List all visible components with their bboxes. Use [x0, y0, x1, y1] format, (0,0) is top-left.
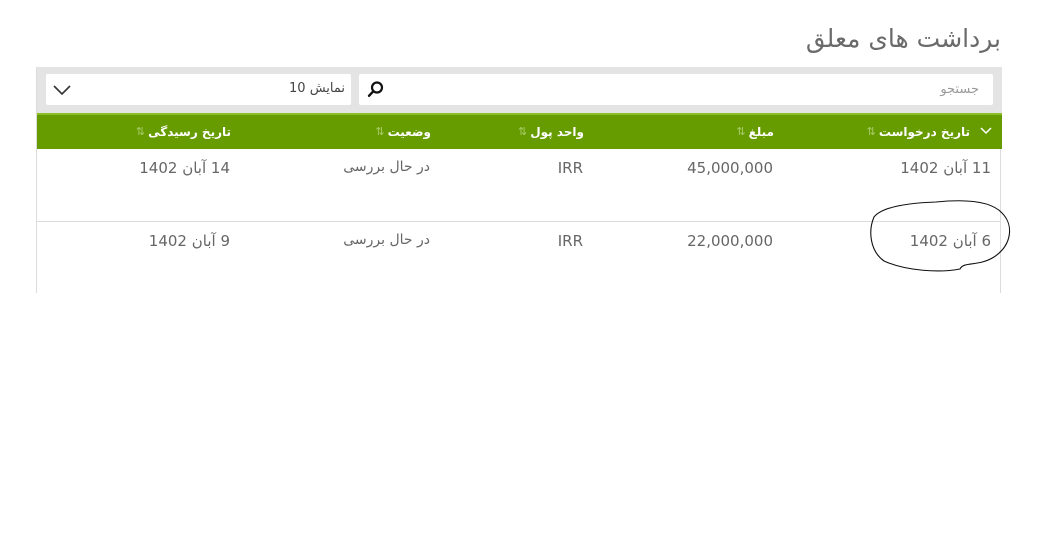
search-icon[interactable] [367, 80, 385, 98]
table-toolbar: نمایش 10 [37, 67, 1002, 113]
request-date-cell: 11 آبان 1402 [900, 159, 991, 177]
column-header-request-date[interactable]: تاریخ درخواست ⇅ [867, 115, 970, 149]
column-header-label: واحد پول [530, 125, 584, 139]
column-header-amount[interactable]: مبلغ ⇅ [736, 115, 774, 149]
search-box[interactable] [359, 74, 993, 105]
column-header-review-date[interactable]: تاریخ رسیدگی ⇅ [136, 115, 231, 149]
chevron-down-icon[interactable] [979, 125, 993, 137]
sort-icon[interactable]: ⇅ [518, 115, 527, 149]
table-row[interactable]: 11 آبان 1402 45,000,000 IRR در حال بررسی… [37, 149, 1000, 221]
table-row[interactable]: 6 آبان 1402 22,000,000 IRR در حال بررسی … [37, 221, 1000, 294]
review-date-cell: 14 آبان 1402 [139, 159, 230, 177]
status-cell: در حال بررسی [343, 232, 430, 248]
table-header: تاریخ درخواست ⇅ مبلغ ⇅ واحد پول ⇅ وضعیت … [37, 113, 1002, 149]
page-size-select[interactable]: نمایش 10 [46, 74, 351, 105]
review-date-cell: 9 آبان 1402 [148, 232, 230, 250]
currency-cell: IRR [557, 159, 583, 177]
column-header-label: تاریخ رسیدگی [148, 125, 231, 139]
request-date-cell: 6 آبان 1402 [909, 232, 991, 250]
sort-icon[interactable]: ⇅ [136, 115, 145, 149]
sort-icon[interactable]: ⇅ [375, 115, 384, 149]
chevron-down-icon[interactable] [52, 81, 72, 99]
column-header-label: وضعیت [387, 125, 431, 139]
column-header-status[interactable]: وضعیت ⇅ [375, 115, 431, 149]
amount-cell: 22,000,000 [687, 232, 773, 250]
pending-withdrawals-panel: نمایش 10 تاریخ درخواست ⇅ مبلغ ⇅ واحد پول… [36, 67, 1002, 294]
status-cell: در حال بررسی [343, 159, 430, 175]
sort-icon[interactable]: ⇅ [867, 115, 876, 149]
search-input[interactable] [393, 74, 979, 105]
column-header-label: تاریخ درخواست [878, 125, 970, 139]
page-title: برداشت های معلق [805, 24, 1001, 53]
page-size-value: نمایش 10 [289, 81, 345, 96]
column-header-currency[interactable]: واحد پول ⇅ [518, 115, 584, 149]
currency-cell: IRR [557, 232, 583, 250]
column-header-label: مبلغ [748, 125, 774, 139]
sort-icon[interactable]: ⇅ [736, 115, 745, 149]
amount-cell: 45,000,000 [687, 159, 773, 177]
